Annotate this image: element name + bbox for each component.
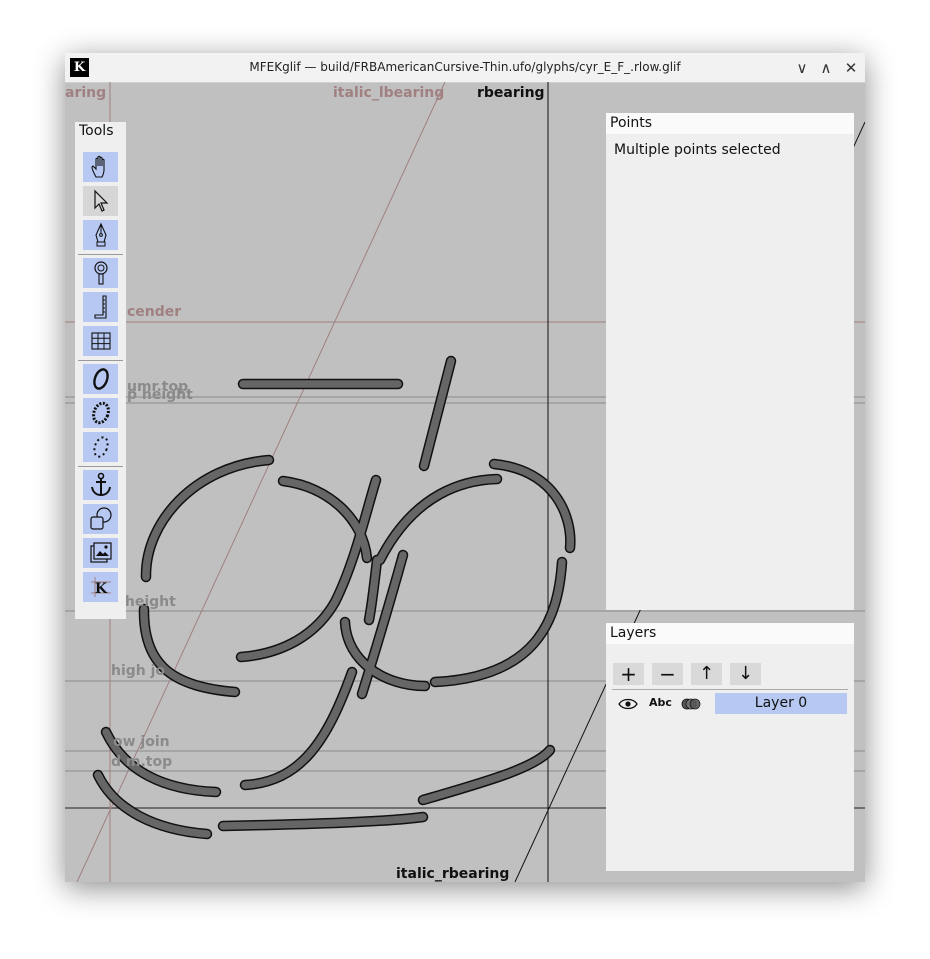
- pan-tool-button[interactable]: [83, 152, 118, 182]
- glyph-canvas[interactable]: aring italic_lbearing rbearing cender um…: [65, 82, 865, 882]
- guide-label-bearing: aring: [65, 85, 107, 101]
- dashed-ellipse-icon: [92, 436, 109, 458]
- vws-ellipse-icon: [92, 368, 109, 390]
- guidelines-tool-button[interactable]: K: [83, 572, 118, 602]
- grid-icon: [90, 332, 111, 350]
- k-guidelines-icon: K: [90, 577, 111, 597]
- add-layer-button[interactable]: +: [613, 663, 644, 685]
- svg-text:K: K: [94, 581, 107, 597]
- title-bar[interactable]: K MFEKglif — build/FRBAmericanCursive-Th…: [65, 53, 865, 83]
- shapes-icon: [89, 507, 112, 530]
- move-layer-up-button[interactable]: ↑: [691, 663, 722, 685]
- tools-separator: [78, 254, 123, 255]
- ruler-icon: [93, 295, 107, 319]
- pen-nib-icon: [94, 222, 107, 247]
- remove-layer-button[interactable]: −: [652, 663, 683, 685]
- anchor-icon: [90, 472, 111, 497]
- magnifier-icon: [93, 261, 108, 285]
- select-tool-button[interactable]: [83, 186, 118, 216]
- anchor-tool-button[interactable]: [83, 470, 118, 500]
- zoom-tool-button[interactable]: [83, 258, 118, 288]
- guide-label-denom-top: d m.top: [111, 754, 173, 770]
- shapes-tool-button[interactable]: [83, 504, 118, 534]
- tools-separator: [78, 466, 123, 467]
- guide-label-italic-lbearing: italic_lbearing: [333, 85, 445, 101]
- close-button[interactable]: ✕: [840, 57, 862, 79]
- tools-panel-title: Tools: [79, 123, 114, 139]
- minimize-button[interactable]: ∨: [791, 57, 813, 79]
- measure-tool-button[interactable]: [83, 292, 118, 322]
- guide-label-high-join: high jo: [111, 663, 166, 679]
- layers-panel-title: Layers: [606, 623, 854, 644]
- points-panel: Points Multiple points selected: [606, 113, 854, 610]
- guide-label-ascender: cender: [127, 304, 182, 320]
- arrow-down-icon: ↓: [737, 663, 754, 684]
- tools-panel: Tools K: [75, 122, 126, 619]
- grid-tool-button[interactable]: [83, 326, 118, 356]
- dotted-ellipse-icon: [91, 401, 110, 425]
- pointer-icon: [93, 189, 108, 212]
- app-window: K MFEKglif — build/FRBAmericanCursive-Th…: [65, 53, 865, 882]
- layers-panel: Layers + − ↑ ↓ Abc Layer 0: [606, 623, 854, 871]
- plus-icon: +: [620, 662, 637, 686]
- dash-along-path-tool-button[interactable]: [83, 432, 118, 462]
- points-panel-title: Points: [606, 113, 854, 134]
- move-layer-down-button[interactable]: ↓: [730, 663, 761, 685]
- maximize-button[interactable]: ∧: [815, 57, 837, 79]
- arrow-up-icon: ↑: [698, 663, 715, 684]
- layer-abc-toggle[interactable]: Abc: [649, 696, 672, 709]
- guide-label-cap-height: p height: [127, 387, 193, 403]
- guide-label-rbearing: rbearing: [477, 85, 545, 101]
- image-icon: [89, 542, 112, 563]
- layers-divider: [612, 689, 848, 690]
- pattern-along-path-tool-button[interactable]: [83, 398, 118, 428]
- guide-label-italic-rbearing: italic_rbearing: [396, 866, 510, 882]
- guide-label-low-join: ow join: [113, 734, 170, 750]
- layer-color-icon[interactable]: [681, 697, 701, 711]
- window-title: MFEKglif — build/FRBAmericanCursive-Thin…: [249, 60, 681, 74]
- eye-visibility-icon[interactable]: [618, 698, 638, 710]
- minus-icon: −: [659, 662, 676, 686]
- layer-item-layer-0[interactable]: Layer 0: [715, 693, 847, 714]
- variable-width-stroke-tool-button[interactable]: [83, 364, 118, 394]
- pen-tool-button[interactable]: [83, 220, 118, 250]
- points-selection-message: Multiple points selected: [614, 142, 781, 158]
- image-tool-button[interactable]: [83, 538, 118, 568]
- hand-icon: [90, 155, 105, 178]
- tools-separator: [78, 360, 123, 361]
